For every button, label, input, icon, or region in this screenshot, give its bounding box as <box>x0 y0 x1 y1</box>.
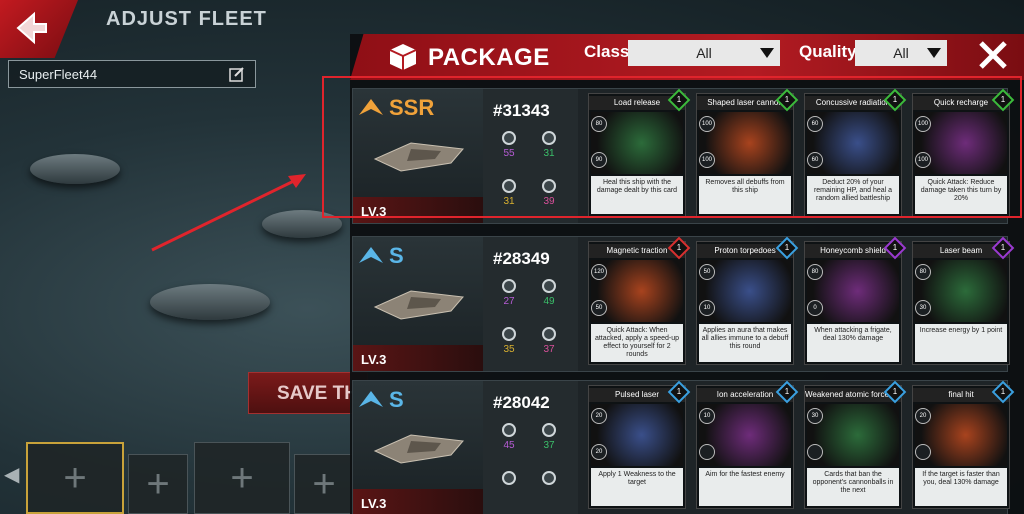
fleet-name-field[interactable]: SuperFleet44 <box>8 60 256 88</box>
ship-info: #28349 27 49 35 37 <box>483 237 578 371</box>
skill-card-description: When attacking a frigate, deal 130% dama… <box>807 324 899 362</box>
card-shield-badge: 0 <box>807 300 823 316</box>
card-energy-badge: 10 <box>699 408 715 424</box>
defense-icon <box>542 279 556 293</box>
card-shield-badge <box>699 444 715 460</box>
card-energy-badge: 30 <box>807 408 823 424</box>
skill-card-description: Apply 1 Weakness to the target <box>591 468 683 506</box>
skill-card[interactable]: final hit 1 20 If the target is faster than… <box>912 380 1015 509</box>
chevron-down-icon <box>760 48 774 58</box>
add-icon: + <box>230 456 254 500</box>
stat-defense: 49 <box>529 279 569 307</box>
add-icon: + <box>312 462 336 506</box>
panel-title: PACKAGE <box>428 44 550 71</box>
stat-speed: 37 <box>529 327 569 355</box>
panel-header: PACKAGE Class All Quality All <box>350 34 1024 80</box>
skill-card-description: Cards that ban the opponent's cannonball… <box>807 468 899 506</box>
defense-icon <box>542 423 556 437</box>
fleet-pedestal <box>150 284 270 320</box>
ship-rank: S <box>389 243 404 268</box>
ship-level: LV.3 <box>353 489 483 514</box>
skill-card-description: Quick Attack: When attacked, apply a spe… <box>591 324 683 362</box>
rank-emblem-icon <box>359 391 383 407</box>
card-shield-badge <box>915 444 931 460</box>
skill-card[interactable]: Weakened atomic force field 1 30 Cards that… <box>804 380 907 509</box>
card-shield-badge: 20 <box>591 444 607 460</box>
ship-info: #28042 45 37 <box>483 381 578 514</box>
quality-value: All <box>893 45 909 61</box>
card-energy-badge: 80 <box>915 264 931 280</box>
card-shield-badge: 30 <box>915 300 931 316</box>
stat-speed <box>529 471 569 488</box>
edit-icon[interactable] <box>229 66 245 82</box>
selection-highlight <box>322 76 1022 218</box>
fleet-slot[interactable]: + <box>26 442 124 514</box>
ship-level: LV.3 <box>353 345 483 371</box>
chevron-down-icon <box>927 48 941 58</box>
card-energy-badge: 50 <box>699 264 715 280</box>
spaceship-icon <box>373 434 464 464</box>
speed-icon <box>542 471 556 485</box>
card-energy-badge: 120 <box>591 264 607 280</box>
add-icon: + <box>63 456 87 500</box>
fleet-slot[interactable]: + <box>294 454 354 514</box>
skill-card[interactable]: Ion acceleration 1 10 Aim for the fastest e… <box>696 380 799 509</box>
quality-dropdown[interactable]: All <box>855 40 947 66</box>
skill-card-description: If the target is faster than you, deal 1… <box>915 468 1007 506</box>
package-icon <box>389 44 417 70</box>
ship-row[interactable]: S LV.3 #28349 27 49 35 37 Magnetic traction 1 120… <box>352 236 1015 372</box>
stat-accuracy <box>489 471 529 488</box>
class-label: Class <box>584 42 630 61</box>
stat-attack: 45 <box>489 423 529 451</box>
attack-icon <box>502 423 516 437</box>
close-icon[interactable] <box>976 38 1010 72</box>
rank-emblem-icon <box>359 247 383 263</box>
fleet-slot[interactable]: + <box>128 454 188 514</box>
skill-card-description: Applies an aura that makes all allies im… <box>699 324 791 362</box>
skill-card-description: Increase energy by 1 point <box>915 324 1007 362</box>
fleet-slot[interactable]: + <box>194 442 290 514</box>
page-title: ADJUST FLEET <box>106 8 267 30</box>
skill-card[interactable]: Proton torpedoes 1 50 10 Applies an aura tha… <box>696 236 799 365</box>
card-energy-badge: 20 <box>591 408 607 424</box>
accuracy-icon <box>502 471 516 485</box>
skill-card[interactable]: Magnetic traction 1 120 50 Quick Attack: Whe… <box>588 236 691 365</box>
ship-portrait: S LV.3 <box>353 237 483 371</box>
class-dropdown[interactable]: All <box>628 40 780 66</box>
ship-row[interactable]: S LV.3 #28042 45 37 Pulsed laser 1 20 20 Apply 1 … <box>352 380 1015 514</box>
add-icon: + <box>146 462 170 506</box>
card-shield-badge: 10 <box>699 300 715 316</box>
ship-portrait: S LV.3 <box>353 381 483 514</box>
fleet-slots: + + + + <box>0 436 360 514</box>
spaceship-icon <box>373 290 464 320</box>
class-value: All <box>696 45 712 61</box>
card-energy-badge: 80 <box>807 264 823 280</box>
quality-label: Quality <box>799 42 857 61</box>
scroll-left-icon[interactable]: ◀ <box>4 462 19 487</box>
attack-icon <box>502 279 516 293</box>
stat-attack: 27 <box>489 279 529 307</box>
skill-card[interactable]: Laser beam 1 80 30 Increase energy by 1 poin… <box>912 236 1015 365</box>
card-energy-badge: 20 <box>915 408 931 424</box>
back-arrow-icon <box>16 11 47 45</box>
skill-card[interactable]: Honeycomb shield 1 80 0 When attacking a fri… <box>804 236 907 365</box>
stat-accuracy: 35 <box>489 327 529 355</box>
fleet-pedestal <box>30 154 120 184</box>
accuracy-icon <box>502 327 516 341</box>
ship-id: #28042 <box>493 393 550 412</box>
card-shield-badge <box>807 444 823 460</box>
skill-card-description: Aim for the fastest enemy <box>699 468 791 506</box>
ship-rank: S <box>389 387 404 412</box>
skill-card[interactable]: Pulsed laser 1 20 20 Apply 1 Weakness to the… <box>588 380 691 509</box>
fleet-name-value: SuperFleet44 <box>19 67 98 82</box>
speed-icon <box>542 327 556 341</box>
ship-id: #28349 <box>493 249 550 268</box>
stat-defense: 37 <box>529 423 569 451</box>
card-shield-badge: 50 <box>591 300 607 316</box>
